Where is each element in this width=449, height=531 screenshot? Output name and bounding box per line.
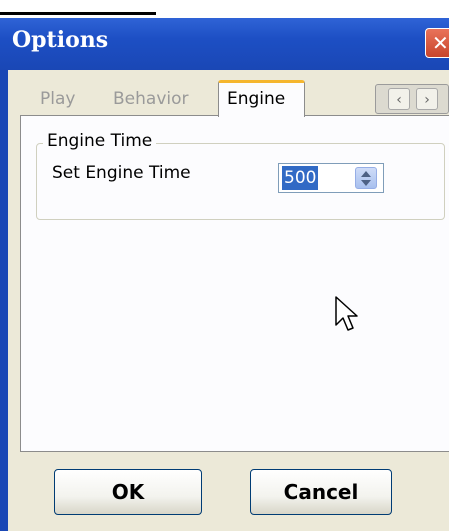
mouse-cursor-icon	[335, 296, 358, 331]
tab-scroll-left-button[interactable]: ‹	[388, 88, 410, 110]
close-button[interactable]: ✕	[425, 28, 449, 58]
ok-button[interactable]: OK	[54, 469, 202, 515]
top-underline	[0, 12, 156, 15]
chevron-right-icon: ›	[424, 92, 430, 108]
tab-scroll-buttons: ‹ ›	[375, 84, 449, 114]
window-title: Options	[12, 27, 109, 53]
engine-time-spinbox[interactable]: 500	[278, 163, 384, 193]
engine-time-group-title: Engine Time	[43, 131, 157, 151]
engine-time-input[interactable]: 500	[282, 166, 319, 190]
cancel-button[interactable]: Cancel	[250, 469, 392, 515]
set-engine-time-label: Set Engine Time	[52, 163, 191, 183]
button-area-divider	[20, 451, 449, 452]
tab-engine[interactable]: Engine	[218, 80, 305, 117]
close-icon: ✕	[432, 31, 449, 55]
chevron-left-icon: ‹	[396, 92, 402, 108]
spin-down-icon[interactable]	[361, 180, 371, 186]
top-strip	[0, 0, 449, 18]
spin-up-icon[interactable]	[361, 171, 371, 177]
tab-scroll-right-button[interactable]: ›	[416, 88, 438, 110]
frame-corner	[0, 516, 8, 531]
spin-buttons[interactable]	[355, 167, 377, 189]
